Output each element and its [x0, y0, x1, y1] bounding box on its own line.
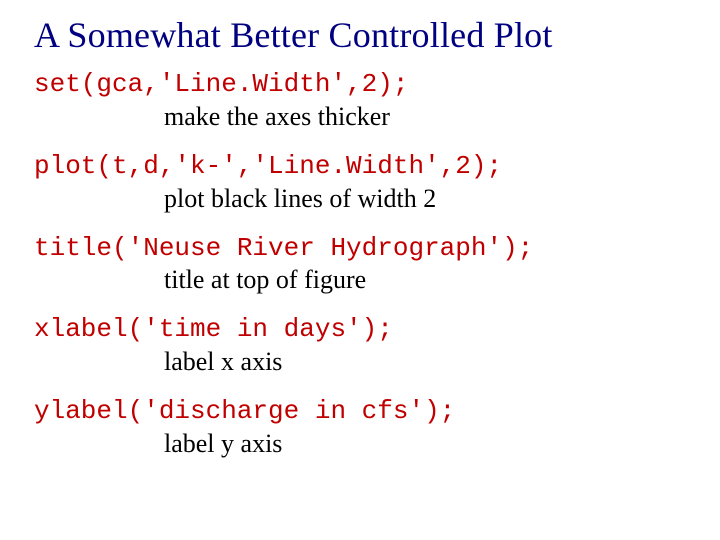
slide-title: A Somewhat Better Controlled Plot: [34, 14, 692, 56]
code-line: xlabel('time in days');: [34, 315, 692, 345]
code-caption: label y axis: [164, 429, 692, 459]
code-item: title('Neuse River Hydrograph'); title a…: [34, 234, 692, 296]
code-caption: title at top of figure: [164, 265, 692, 295]
code-line: set(gca,'Line.Width',2);: [34, 70, 692, 100]
code-item: plot(t,d,'k-','Line.Width',2); plot blac…: [34, 152, 692, 214]
code-item: set(gca,'Line.Width',2); make the axes t…: [34, 70, 692, 132]
slide: A Somewhat Better Controlled Plot set(gc…: [0, 0, 720, 540]
code-caption: label x axis: [164, 347, 692, 377]
code-line: ylabel('discharge in cfs');: [34, 397, 692, 427]
code-item: ylabel('discharge in cfs'); label y axis: [34, 397, 692, 459]
code-item: xlabel('time in days'); label x axis: [34, 315, 692, 377]
code-caption: make the axes thicker: [164, 102, 692, 132]
code-caption: plot black lines of width 2: [164, 184, 692, 214]
code-line: plot(t,d,'k-','Line.Width',2);: [34, 152, 692, 182]
code-line: title('Neuse River Hydrograph');: [34, 234, 692, 264]
